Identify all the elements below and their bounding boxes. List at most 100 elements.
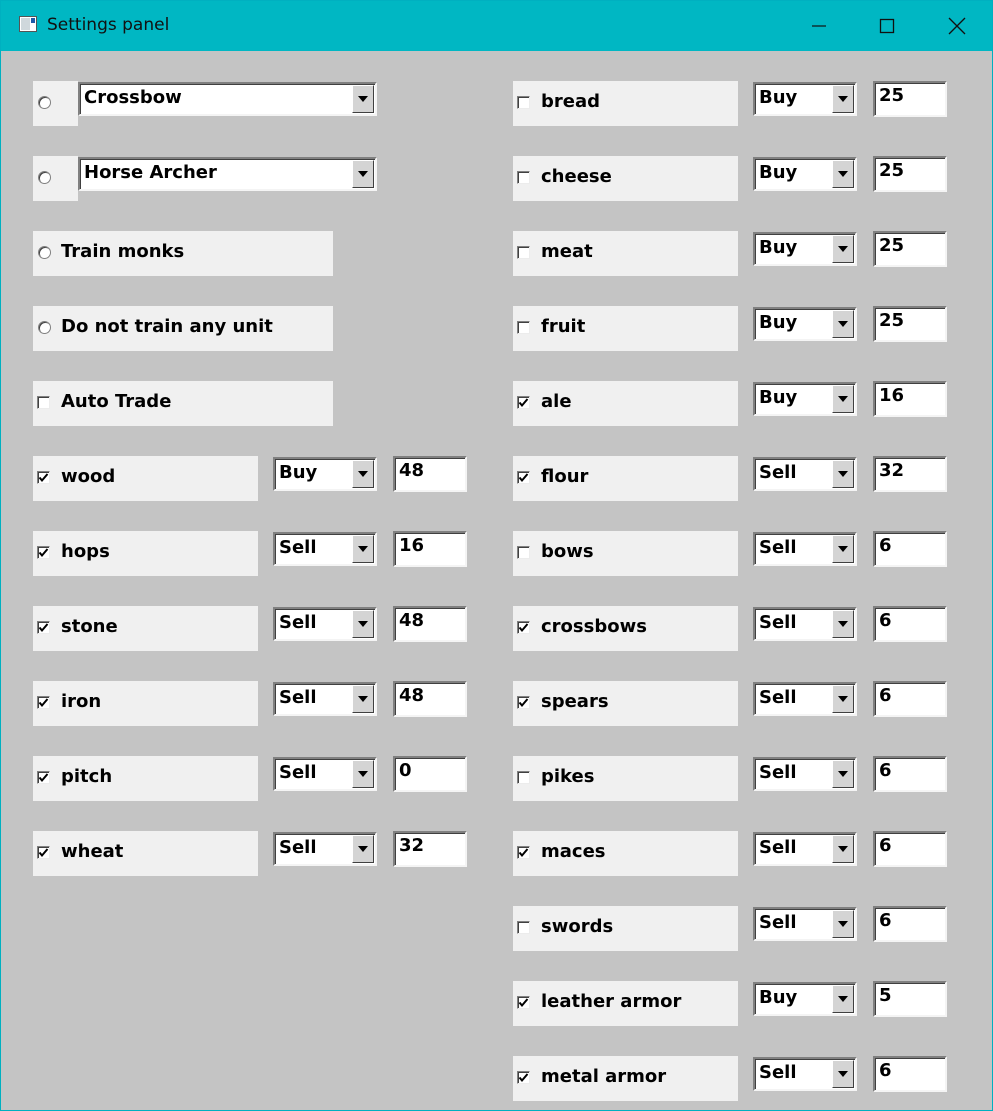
good-cheese-mode-select[interactable]: Buy bbox=[753, 157, 857, 191]
good-wood-mode-select-arrow-button[interactable] bbox=[352, 460, 374, 488]
unit-option-0-dropdown-arrow-button[interactable] bbox=[352, 85, 374, 113]
good-meat-mode-select-arrow-button[interactable] bbox=[832, 235, 854, 263]
good-pikes-amount-input[interactable]: 6 bbox=[873, 756, 947, 792]
good-pikes-mode-select[interactable]: Sell bbox=[753, 757, 857, 791]
good-pitch-row: pitch bbox=[33, 756, 258, 801]
unit-option-train-monks-radio[interactable] bbox=[38, 246, 51, 259]
good-maces-mode-select[interactable]: Sell bbox=[753, 832, 857, 866]
good-spears-checkbox[interactable] bbox=[517, 696, 530, 709]
good-cheese-mode-select-arrow-button[interactable] bbox=[832, 160, 854, 188]
good-ale-checkbox[interactable] bbox=[517, 396, 530, 409]
good-cheese-amount-input[interactable]: 25 bbox=[873, 156, 947, 192]
auto-trade-option[interactable]: Auto Trade bbox=[33, 381, 333, 426]
good-bread-checkbox[interactable] bbox=[517, 96, 530, 109]
good-stone-mode-select[interactable]: Sell bbox=[273, 607, 377, 641]
close-button[interactable] bbox=[923, 1, 991, 51]
good-pitch-mode-select[interactable]: Sell bbox=[273, 757, 377, 791]
minimize-button[interactable] bbox=[785, 1, 853, 51]
good-crossbows-checkbox[interactable] bbox=[517, 621, 530, 634]
good-spears-mode-select-arrow-button[interactable] bbox=[832, 685, 854, 713]
good-ale-mode-select-arrow-button[interactable] bbox=[832, 385, 854, 413]
good-bread-mode-select-arrow-button[interactable] bbox=[832, 85, 854, 113]
good-cheese-checkbox[interactable] bbox=[517, 171, 530, 184]
good-wheat-mode-select[interactable]: Sell bbox=[273, 832, 377, 866]
good-crossbows-amount-input[interactable]: 6 bbox=[873, 606, 947, 642]
good-ale-mode-select[interactable]: Buy bbox=[753, 382, 857, 416]
good-meat-checkbox[interactable] bbox=[517, 246, 530, 259]
good-meat-mode-select[interactable]: Buy bbox=[753, 232, 857, 266]
good-pitch-amount-input[interactable]: 0 bbox=[393, 756, 467, 792]
good-metal-armor-mode-select[interactable]: Sell bbox=[753, 1057, 857, 1091]
good-wheat-amount-input[interactable]: 32 bbox=[393, 831, 467, 867]
good-meat-amount-input[interactable]: 25 bbox=[873, 231, 947, 267]
good-iron-mode-select-arrow-button[interactable] bbox=[352, 685, 374, 713]
unit-option-1-radio[interactable] bbox=[38, 171, 51, 184]
good-ale-amount-input[interactable]: 16 bbox=[873, 381, 947, 417]
good-flour-checkbox[interactable] bbox=[517, 471, 530, 484]
unit-option-train-monks[interactable]: Train monks bbox=[33, 231, 333, 276]
good-metal-armor-mode-select-arrow-button[interactable] bbox=[832, 1060, 854, 1088]
good-pikes-checkbox[interactable] bbox=[517, 771, 530, 784]
good-swords-checkbox[interactable] bbox=[517, 921, 530, 934]
good-fruit-mode-select-arrow-button[interactable] bbox=[832, 310, 854, 338]
good-pitch-checkbox[interactable] bbox=[37, 771, 50, 784]
good-bows-amount-input[interactable]: 6 bbox=[873, 531, 947, 567]
good-wheat-label: wheat bbox=[61, 841, 124, 862]
good-fruit-checkbox[interactable] bbox=[517, 321, 530, 334]
good-metal-armor-amount-input[interactable]: 6 bbox=[873, 1056, 947, 1092]
chevron-down-icon bbox=[358, 546, 368, 552]
good-swords-mode-select-arrow-button[interactable] bbox=[832, 910, 854, 938]
good-crossbows-mode-select-arrow-button[interactable] bbox=[832, 610, 854, 638]
good-flour-mode-select-arrow-button[interactable] bbox=[832, 460, 854, 488]
good-hops-amount-input[interactable]: 16 bbox=[393, 531, 467, 567]
good-pitch-mode-select-arrow-button[interactable] bbox=[352, 760, 374, 788]
good-maces-mode-select-arrow-button[interactable] bbox=[832, 835, 854, 863]
unit-option-0-dropdown[interactable]: Crossbow bbox=[78, 82, 377, 116]
good-crossbows-mode-select[interactable]: Sell bbox=[753, 607, 857, 641]
good-maces-amount-input[interactable]: 6 bbox=[873, 831, 947, 867]
good-wheat-checkbox[interactable] bbox=[37, 846, 50, 859]
good-wheat-mode-select-arrow-button[interactable] bbox=[352, 835, 374, 863]
good-leather-armor-checkbox[interactable] bbox=[517, 996, 530, 1009]
good-hops-checkbox[interactable] bbox=[37, 546, 50, 559]
good-bows-checkbox[interactable] bbox=[517, 546, 530, 559]
unit-option-1-dropdown-arrow-button[interactable] bbox=[352, 160, 374, 188]
good-stone-mode-select-arrow-button[interactable] bbox=[352, 610, 374, 638]
good-wood-amount-input[interactable]: 48 bbox=[393, 456, 467, 492]
good-iron-checkbox[interactable] bbox=[37, 696, 50, 709]
good-pikes-mode-select-arrow-button[interactable] bbox=[832, 760, 854, 788]
title-bar[interactable]: Settings panel bbox=[1, 1, 992, 51]
unit-option-do-not-train-any-unit-radio[interactable] bbox=[38, 321, 51, 334]
good-leather-armor-amount-input[interactable]: 5 bbox=[873, 981, 947, 1017]
good-iron-amount-input[interactable]: 48 bbox=[393, 681, 467, 717]
good-spears-amount-input[interactable]: 6 bbox=[873, 681, 947, 717]
good-iron-mode-select[interactable]: Sell bbox=[273, 682, 377, 716]
unit-option-0-radio[interactable] bbox=[38, 96, 51, 109]
good-flour-amount-input[interactable]: 32 bbox=[873, 456, 947, 492]
good-leather-armor-mode-select-arrow-button[interactable] bbox=[832, 985, 854, 1013]
good-flour-mode-select[interactable]: Sell bbox=[753, 457, 857, 491]
good-bread-mode-select[interactable]: Buy bbox=[753, 82, 857, 116]
good-hops-mode-select[interactable]: Sell bbox=[273, 532, 377, 566]
good-metal-armor-checkbox[interactable] bbox=[517, 1071, 530, 1084]
unit-option-do-not-train-any-unit[interactable]: Do not train any unit bbox=[33, 306, 333, 351]
good-stone-checkbox[interactable] bbox=[37, 621, 50, 634]
good-bows-mode-select[interactable]: Sell bbox=[753, 532, 857, 566]
good-fruit-amount-input[interactable]: 25 bbox=[873, 306, 947, 342]
good-hops-mode-select-arrow-button[interactable] bbox=[352, 535, 374, 563]
good-maces-checkbox[interactable] bbox=[517, 846, 530, 859]
maximize-button[interactable] bbox=[853, 1, 921, 51]
unit-option-1-dropdown[interactable]: Horse Archer bbox=[78, 157, 377, 191]
good-swords-amount-input[interactable]: 6 bbox=[873, 906, 947, 942]
good-bread-amount-input[interactable]: 25 bbox=[873, 81, 947, 117]
good-stone-amount-input[interactable]: 48 bbox=[393, 606, 467, 642]
good-wood-mode-select[interactable]: Buy bbox=[273, 457, 377, 491]
good-leather-armor-mode-select[interactable]: Buy bbox=[753, 982, 857, 1016]
unit-radio-box bbox=[33, 156, 78, 201]
good-bows-mode-select-arrow-button[interactable] bbox=[832, 535, 854, 563]
good-swords-mode-select[interactable]: Sell bbox=[753, 907, 857, 941]
good-fruit-mode-select[interactable]: Buy bbox=[753, 307, 857, 341]
good-spears-mode-select[interactable]: Sell bbox=[753, 682, 857, 716]
auto-trade-checkbox[interactable] bbox=[37, 396, 50, 409]
good-wood-checkbox[interactable] bbox=[37, 471, 50, 484]
